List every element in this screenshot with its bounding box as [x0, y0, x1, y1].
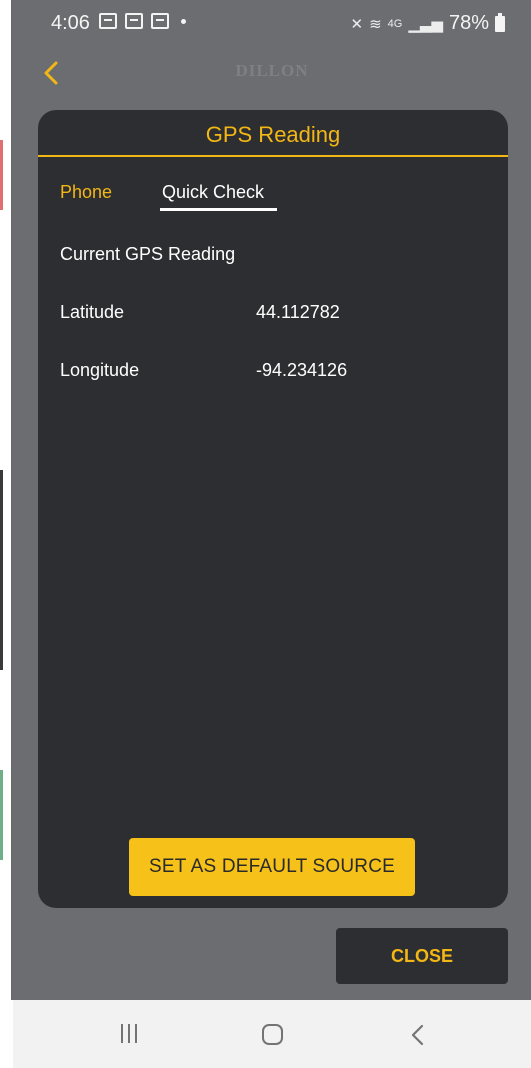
status-time: 4:06 — [51, 12, 90, 34]
latitude-label: Latitude — [60, 302, 125, 322]
tab-phone[interactable]: Phone — [60, 182, 112, 203]
brand-logo: DILLON — [235, 61, 309, 80]
mute-icon: ✕ — [350, 15, 364, 33]
back-icon[interactable] — [407, 1022, 429, 1048]
active-tab-indicator — [160, 208, 277, 211]
card-icon — [151, 13, 169, 29]
close-button[interactable]: CLOSE — [336, 928, 508, 984]
dot-icon — [181, 18, 186, 24]
section-label: Current GPS Reading — [60, 244, 236, 264]
edge-mark — [0, 770, 3, 860]
edge-mark — [0, 470, 3, 670]
set-default-source-button[interactable]: SET AS DEFAULT SOURCE — [129, 838, 415, 896]
gps-reading-dialog: GPS Reading Phone Quick Check Current GP… — [38, 110, 508, 908]
recent-apps-icon[interactable] — [121, 1024, 137, 1043]
tab-quick-check[interactable]: Quick Check — [162, 182, 264, 203]
notification-icons — [99, 13, 186, 29]
mail-icon — [125, 13, 143, 29]
phone-screen: 4:06 ✕ ≋ 4G ▁▃▅ 78% DILLON GPS Reading P… — [13, 0, 531, 1000]
network-label: 4G — [387, 17, 403, 30]
status-bar: 4:06 ✕ ≋ 4G ▁▃▅ 78% — [13, 0, 531, 48]
mail-icon — [99, 13, 117, 29]
home-icon[interactable] — [262, 1024, 283, 1045]
status-indicators: ✕ ≋ 4G ▁▃▅ 78% — [351, 12, 505, 35]
edge-mark — [0, 140, 3, 210]
navigation-bar — [13, 1000, 531, 1068]
title-divider — [38, 155, 508, 157]
latitude-value: 44.112782 — [256, 302, 340, 322]
longitude-label: Longitude — [60, 360, 140, 380]
longitude-value: -94.234126 — [256, 360, 348, 380]
dialog-title: GPS Reading — [205, 122, 341, 147]
signal-icon: ▁▃▅ — [408, 15, 443, 33]
app-header: DILLON — [13, 48, 531, 98]
wifi-icon: ≋ — [369, 15, 382, 33]
battery-percent: 78% — [448, 12, 489, 34]
battery-icon — [495, 12, 505, 32]
